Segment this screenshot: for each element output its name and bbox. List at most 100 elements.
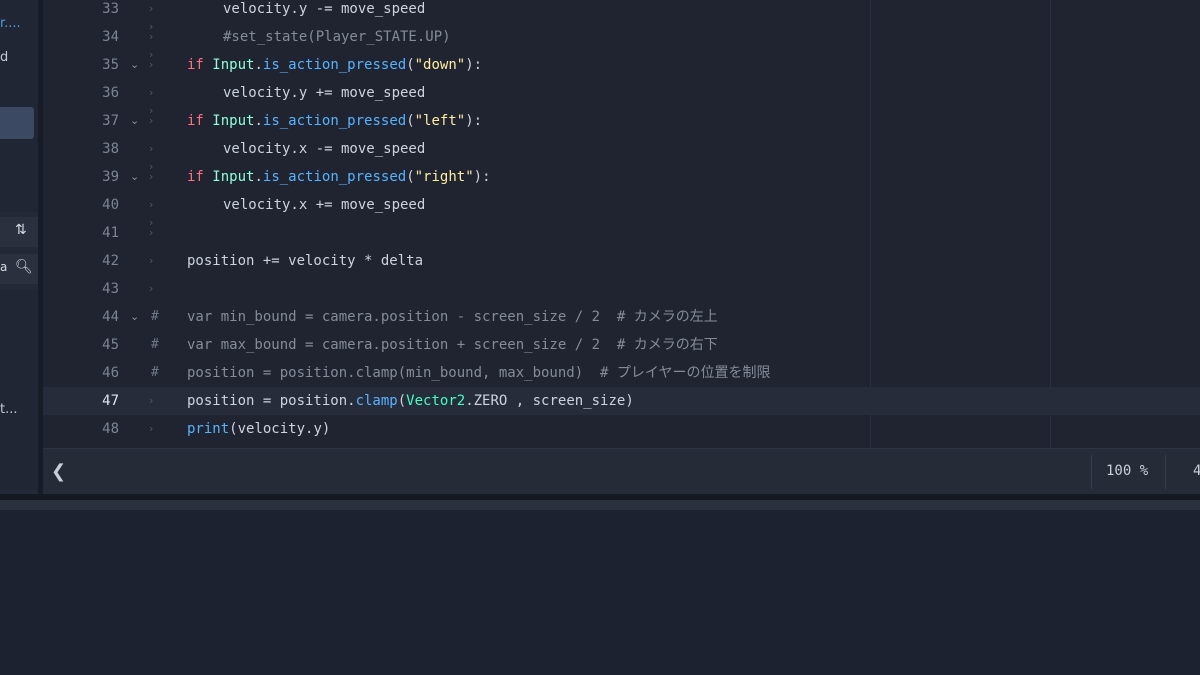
scene-tree-area xyxy=(0,0,38,212)
code-token: (velocity.y) xyxy=(229,421,331,437)
line-number: 44 xyxy=(102,309,119,325)
search-icon[interactable]: 🔍︎ xyxy=(15,259,33,275)
line-number: 35 xyxy=(102,57,119,73)
code-line[interactable]: 41 › xyxy=(43,219,1200,247)
panel-selected-item[interactable] xyxy=(0,107,34,139)
line-number: 34 xyxy=(102,29,119,45)
code-token: .ZERO , screen_size) xyxy=(465,393,634,409)
code-token: is_action_pressed xyxy=(262,57,407,73)
code-token: ): xyxy=(465,113,483,129)
comment-marker: # xyxy=(151,337,159,352)
code-text: velocity.x -= move_speed xyxy=(149,135,425,181)
divider xyxy=(1165,455,1166,489)
code-line[interactable]: 37 ⌄ › if Input.is_action_pressed("left"): xyxy=(43,107,1200,135)
code-line[interactable]: 36 › velocity.y += move_speed xyxy=(43,79,1200,125)
code-token: ): xyxy=(473,169,491,185)
code-line[interactable]: 39 ⌄ › if Input.is_action_pressed("right"): xyxy=(43,163,1200,191)
sort-icon[interactable]: ⇅ xyxy=(15,222,27,238)
code-line[interactable]: 38 › velocity.x -= move_speed xyxy=(43,135,1200,181)
line-number: 42 xyxy=(102,253,119,269)
code-token: if xyxy=(187,113,204,129)
code-text: if Input.is_action_pressed("down"): xyxy=(187,51,482,79)
code-token: clamp xyxy=(355,393,398,409)
code-editor[interactable]: 33 › velocity.y -= move_speed 34 › #set_state… xyxy=(43,0,1200,448)
code-line[interactable]: 40 › velocity.x += move_speed xyxy=(43,191,1200,237)
tab-indicator-icon: › xyxy=(149,282,154,295)
code-token: position += velocity * delta xyxy=(187,253,424,269)
script-list-item[interactable]: t... xyxy=(0,402,18,417)
filter-input[interactable]: a xyxy=(0,260,7,274)
code-token: if xyxy=(187,169,204,185)
tab-indicator-icon: › xyxy=(149,254,154,267)
code-token: ( xyxy=(406,57,415,73)
code-line[interactable]: 35 ⌄ › if Input.is_action_pressed("down"): xyxy=(43,51,1200,79)
fold-arrow-icon[interactable]: ⌄ xyxy=(130,303,139,331)
scroll-left-icon[interactable]: ❮ xyxy=(51,461,66,482)
code-text: if Input.is_action_pressed("left"): xyxy=(187,107,482,135)
code-token: velocity.y -= move_speed xyxy=(223,1,426,17)
code-text: position += velocity * delta xyxy=(187,247,423,275)
code-line[interactable]: 43 › xyxy=(43,275,1200,303)
fold-arrow-icon[interactable]: ⌄ xyxy=(130,51,139,79)
code-text: var min_bound = camera.position - screen… xyxy=(187,303,718,331)
bottom-panel xyxy=(0,510,1200,675)
code-text: var max_bound = camera.position + screen… xyxy=(187,331,718,359)
code-token: if xyxy=(187,57,204,73)
code-text: position = position.clamp(Vector2.ZERO ,… xyxy=(187,387,634,415)
code-text: position = position.clamp(min_bound, max… xyxy=(187,359,770,387)
line-number: 33 xyxy=(102,1,119,17)
tab-indicator-icon: › xyxy=(149,114,154,127)
code-text: velocity.y -= move_speed xyxy=(149,0,426,41)
filesystem-panel: r.... d ⇅ a 🔍︎ t... xyxy=(0,0,38,494)
code-token: position = position. xyxy=(187,393,356,409)
cursor-position: 4 xyxy=(1193,463,1200,479)
tab-indicator-icon: › xyxy=(149,226,154,239)
code-token: velocity.y += move_speed xyxy=(223,85,426,101)
comment-marker: # xyxy=(151,309,159,324)
code-token: "left" xyxy=(414,113,466,129)
zoom-level[interactable]: 100 % xyxy=(1106,463,1148,479)
code-token: velocity.x += move_speed xyxy=(223,197,426,213)
code-line[interactable]: 33 › velocity.y -= move_speed xyxy=(43,0,1200,41)
code-token: #set_state(Player_STATE.UP) xyxy=(223,29,451,45)
bottom-panel-header xyxy=(0,500,1200,510)
editor-status-bar: ❮ 100 % 4 xyxy=(43,448,1200,495)
code-line[interactable]: 45 # var max_bound = camera.position + scr… xyxy=(43,331,1200,359)
code-token: . xyxy=(254,57,263,73)
code-text: velocity.x += move_speed xyxy=(149,191,426,237)
line-number: 39 xyxy=(102,169,119,185)
code-text: velocity.y += move_speed xyxy=(149,79,426,125)
code-token: Vector2 xyxy=(406,393,466,409)
line-number: 36 xyxy=(102,85,119,101)
code-token: print xyxy=(187,421,230,437)
code-line[interactable]: 48 › print(velocity.y) xyxy=(43,415,1200,443)
line-number: 47 xyxy=(102,393,119,409)
code-line[interactable]: 46 # position = position.clamp(min_bound, … xyxy=(43,359,1200,387)
code-token: is_action_pressed xyxy=(262,113,407,129)
panel-item-open-file[interactable]: r.... xyxy=(0,16,21,31)
code-token: Input xyxy=(212,169,255,185)
code-token: Input xyxy=(212,113,255,129)
code-token: var max_bound = camera.position + screen… xyxy=(187,337,718,353)
code-token: position = position.clamp(min_bound, max… xyxy=(187,365,771,381)
fold-arrow-icon[interactable]: ⌄ xyxy=(130,163,139,191)
line-number: 45 xyxy=(102,337,119,353)
code-token: var min_bound = camera.position - screen… xyxy=(187,309,718,325)
code-token: . xyxy=(254,113,263,129)
tab-indicator-icon: › xyxy=(149,170,154,183)
code-line[interactable]: 34 › #set_state(Player_STATE.UP) xyxy=(43,23,1200,69)
line-number: 41 xyxy=(102,225,119,241)
code-text: #set_state(Player_STATE.UP) xyxy=(149,23,451,69)
code-line[interactable]: 42 › position += velocity * delta xyxy=(43,247,1200,275)
line-number: 40 xyxy=(102,197,119,213)
line-number: 46 xyxy=(102,365,119,381)
tab-indicator-icon: › xyxy=(149,58,154,71)
fold-arrow-icon[interactable]: ⌄ xyxy=(130,107,139,135)
code-line[interactable]: 44 ⌄ # var min_bound = camera.position - sc… xyxy=(43,303,1200,331)
code-token: . xyxy=(254,169,263,185)
divider xyxy=(1091,455,1092,489)
panel-item[interactable]: d xyxy=(0,50,8,65)
code-line[interactable]: 47 › position = position.clamp(Vector2.ZER… xyxy=(43,387,1200,415)
tab-indicator-icon: › xyxy=(149,422,154,435)
code-token: ): xyxy=(465,57,483,73)
